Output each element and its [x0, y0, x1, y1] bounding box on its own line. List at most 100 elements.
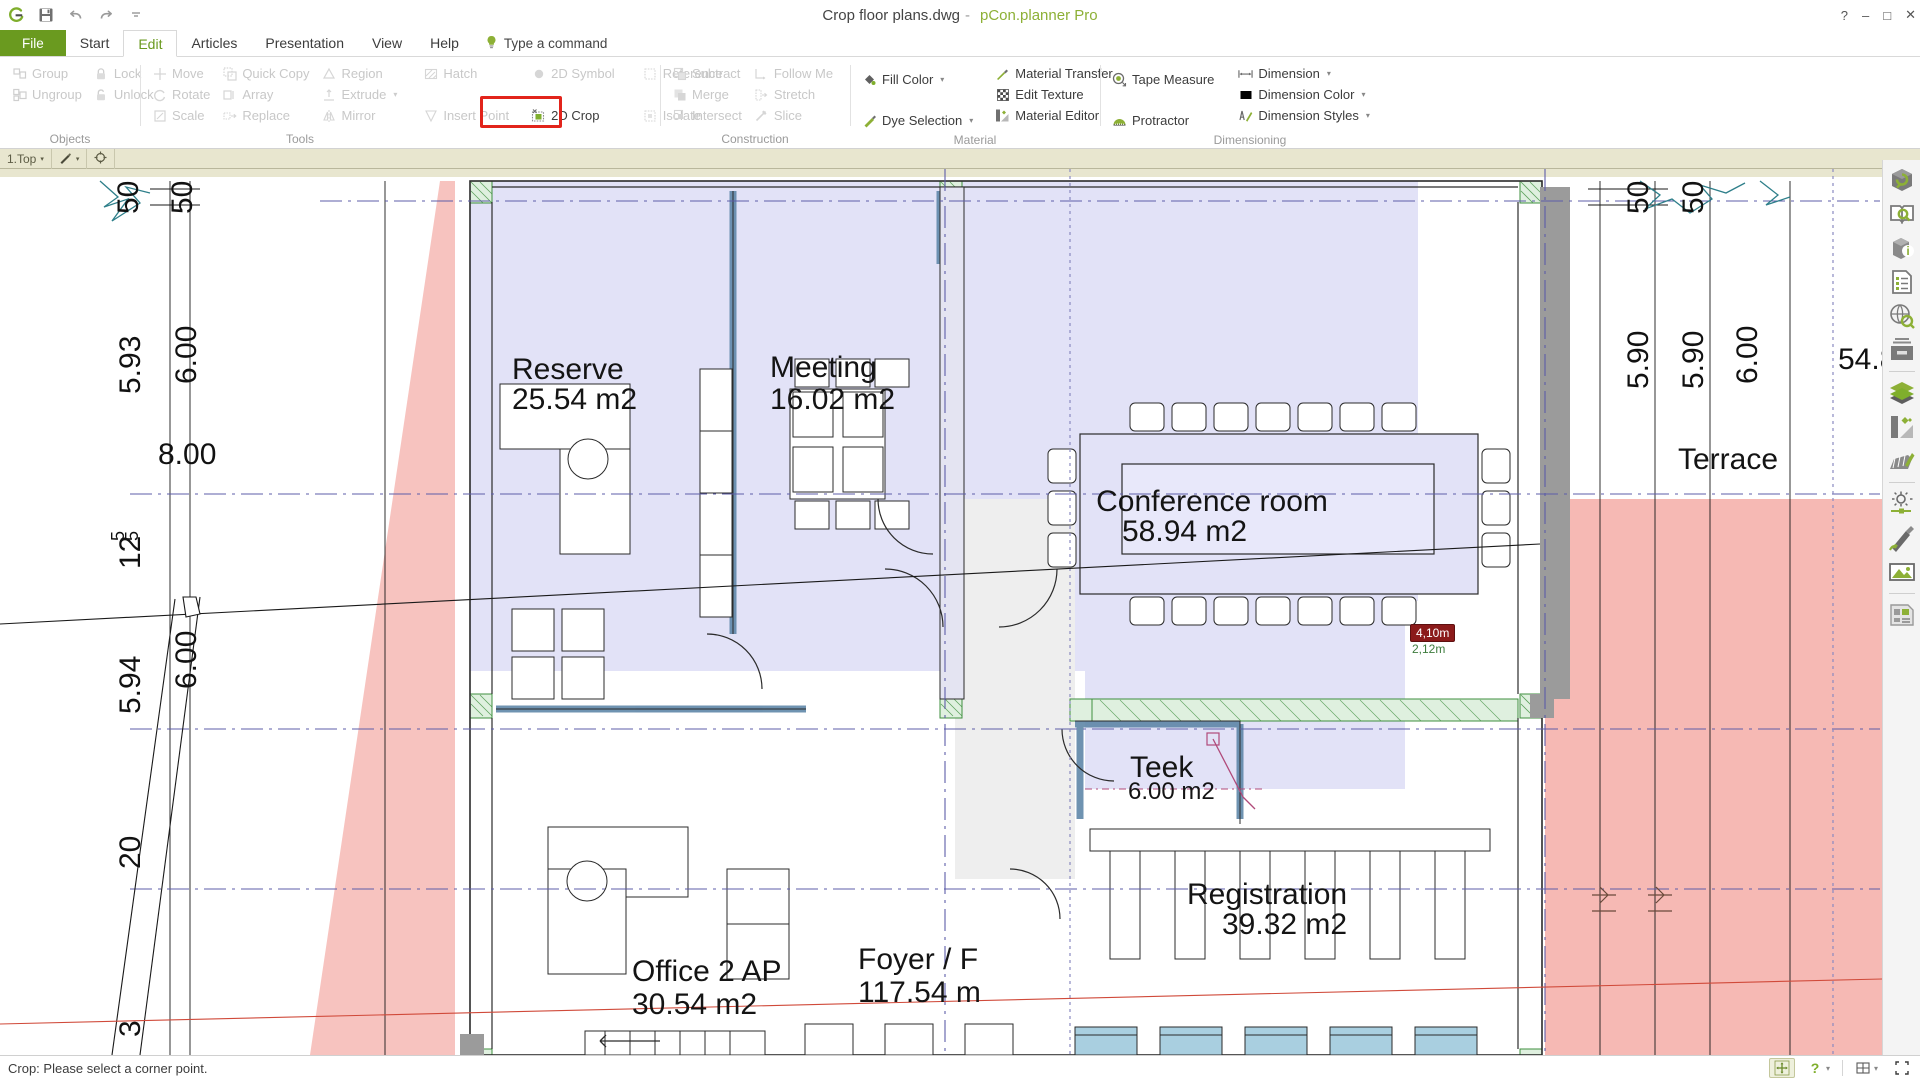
dimension-styles-icon	[1238, 108, 1253, 123]
ribbon-item-protractor[interactable]: Protractor	[1106, 110, 1220, 131]
ribbon-item-region-label: Region	[341, 66, 383, 81]
render-settings-icon[interactable]	[1886, 522, 1918, 554]
chevron-down-icon[interactable]: ▾	[1826, 1064, 1830, 1073]
chevron-down-icon[interactable]: ▾	[1361, 90, 1365, 99]
ribbon-item-rotate[interactable]: Rotate	[146, 84, 216, 105]
minimize-button[interactable]: –	[1862, 8, 1869, 23]
app-logo-icon[interactable]	[6, 5, 26, 25]
view-name-selector[interactable]: 1.Top ▾	[0, 148, 52, 169]
chevron-down-icon[interactable]: ▾	[1874, 1064, 1878, 1073]
ribbon-item-2d-crop-label: 2D Crop	[551, 108, 600, 123]
chevron-down-icon[interactable]: ▾	[1327, 69, 1331, 78]
chevron-down-icon[interactable]: ▾	[76, 155, 80, 163]
tape-measure-icon	[1112, 72, 1127, 87]
merge-icon	[672, 87, 687, 102]
ribbon-item-fill-color[interactable]: Fill Color ▾	[856, 69, 979, 90]
ribbon-item-merge[interactable]: Merge	[666, 84, 748, 105]
command-search-box[interactable]: Type a command	[473, 30, 607, 56]
ribbon-item-2d-crop[interactable]: 2D Crop	[525, 105, 621, 126]
protractor-icon	[1112, 113, 1127, 128]
article-list-icon[interactable]	[1886, 266, 1918, 298]
dim-right-1: 50	[1677, 181, 1710, 214]
move-mode-button[interactable]	[1768, 1058, 1795, 1078]
ribbon-item-array[interactable]: Array	[216, 84, 315, 105]
ribbon-item-quick-copy[interactable]: Quick Copy	[216, 63, 315, 84]
maximize-button[interactable]: □	[1883, 8, 1891, 23]
chevron-down-icon[interactable]: ▾	[1366, 111, 1370, 120]
ribbon-item-dimension[interactable]: Dimension ▾	[1232, 63, 1375, 84]
reference-icon	[643, 66, 658, 81]
ribbon-item-intersect[interactable]: Intersect	[666, 105, 748, 126]
ribbon-item-slice[interactable]: Slice	[748, 105, 839, 126]
quick-copy-icon	[222, 66, 237, 81]
ribbon-item-merge-label: Merge	[692, 87, 729, 102]
article-info-icon[interactable]: i	[1886, 232, 1918, 264]
pen-tool-button[interactable]: ▾	[52, 148, 88, 169]
ribbon-item-extrude[interactable]: Extrude ▾	[316, 84, 404, 105]
ribbon-item-dimension-color[interactable]: Dimension Color ▾	[1232, 84, 1375, 105]
ribbon-item-region[interactable]: Region	[316, 63, 404, 84]
title-appname: pCon.planner Pro	[980, 6, 1098, 24]
redo-icon[interactable]	[96, 5, 116, 25]
catalog-search-icon[interactable]	[1886, 198, 1918, 230]
ribbon-item-ungroup[interactable]: Ungroup	[6, 84, 88, 105]
group-icon	[12, 66, 27, 81]
ribbon-item-subtract[interactable]: Subtract	[666, 63, 748, 84]
layers-icon[interactable]	[1886, 377, 1918, 409]
ribbon-item-insert-point[interactable]: Insert Point	[417, 105, 515, 126]
help-button[interactable]: ?	[1841, 8, 1848, 23]
light-settings-icon[interactable]	[1886, 488, 1918, 520]
tab-presentation[interactable]: Presentation	[251, 30, 358, 56]
grid-button[interactable]: ▾	[1851, 1059, 1882, 1077]
image-render-icon[interactable]	[1886, 556, 1918, 588]
ribbon-item-replace[interactable]: Replace	[216, 105, 315, 126]
tab-articles[interactable]: Articles	[177, 30, 251, 56]
ribbon-item-mirror[interactable]: Mirror	[316, 105, 404, 126]
snap-target-button[interactable]	[87, 148, 116, 169]
ribbon-item-hatch[interactable]: Hatch	[417, 63, 515, 84]
ungroup-icon	[12, 87, 27, 102]
tab-file[interactable]: File	[0, 30, 66, 56]
chevron-down-icon[interactable]: ▾	[393, 90, 397, 99]
fullscreen-button[interactable]	[1890, 1059, 1914, 1077]
ribbon-item-dye-selection[interactable]: Dye Selection ▾	[856, 110, 979, 131]
svg-text:i: i	[1906, 244, 1909, 258]
ribbon-item-2d-symbol[interactable]: 2D Symbol	[525, 63, 621, 84]
ribbon-item-group[interactable]: Group	[6, 63, 88, 84]
ribbon-item-dye-selection-label: Dye Selection	[882, 113, 963, 128]
material-editor-icon[interactable]	[1886, 411, 1918, 443]
ribbon-item-move[interactable]: Move	[146, 63, 216, 84]
lightbulb-icon	[485, 35, 498, 52]
tab-edit[interactable]: Edit	[123, 30, 178, 57]
chevron-down-icon[interactable]: ▾	[969, 116, 973, 125]
chevron-down-icon[interactable]: ▾	[40, 155, 44, 163]
move-icon	[152, 66, 167, 81]
online-catalog-icon[interactable]	[1886, 300, 1918, 332]
tab-help[interactable]: Help	[416, 30, 473, 56]
texture-edit-icon[interactable]	[1886, 445, 1918, 477]
customize-qat-icon[interactable]	[126, 5, 146, 25]
chevron-down-icon[interactable]: ▾	[940, 75, 944, 84]
object-properties-icon[interactable]	[1886, 164, 1918, 196]
tab-view[interactable]: View	[358, 30, 416, 56]
snap-target-icon	[94, 151, 107, 167]
room-label-teek-area: 6.00 m2	[1128, 778, 1215, 805]
room-label-office2ap-name: Office 2 AP	[632, 955, 782, 988]
floor-plan-drawing[interactable]: 50 50 5.93 5 6.00 8.00 12 5 5.94 6.00 20…	[0, 169, 1882, 1055]
ribbon-item-insert-point-label: Insert Point	[443, 108, 510, 123]
drawing-canvas[interactable]: 50 50 5.93 5 6.00 8.00 12 5 5.94 6.00 20…	[0, 169, 1882, 1055]
save-icon[interactable]	[36, 5, 56, 25]
help-status-button[interactable]: ? ▾	[1803, 1059, 1834, 1077]
media-elements-icon[interactable]	[1886, 599, 1918, 631]
ribbon-item-stretch[interactable]: Stretch	[748, 84, 839, 105]
ribbon-item-follow-me[interactable]: Follow Me	[748, 63, 839, 84]
dim-left-4: 8.00	[158, 438, 216, 471]
ribbon-item-scale[interactable]: Scale	[146, 105, 216, 126]
undo-icon[interactable]	[66, 5, 86, 25]
slice-icon	[754, 108, 769, 123]
ribbon-item-dimension-styles[interactable]: Dimension Styles ▾	[1232, 105, 1375, 126]
tab-start[interactable]: Start	[66, 30, 124, 56]
archive-icon[interactable]	[1886, 334, 1918, 366]
ribbon-item-tape-measure[interactable]: Tape Measure	[1106, 69, 1220, 90]
close-button[interactable]: ✕	[1905, 7, 1916, 23]
